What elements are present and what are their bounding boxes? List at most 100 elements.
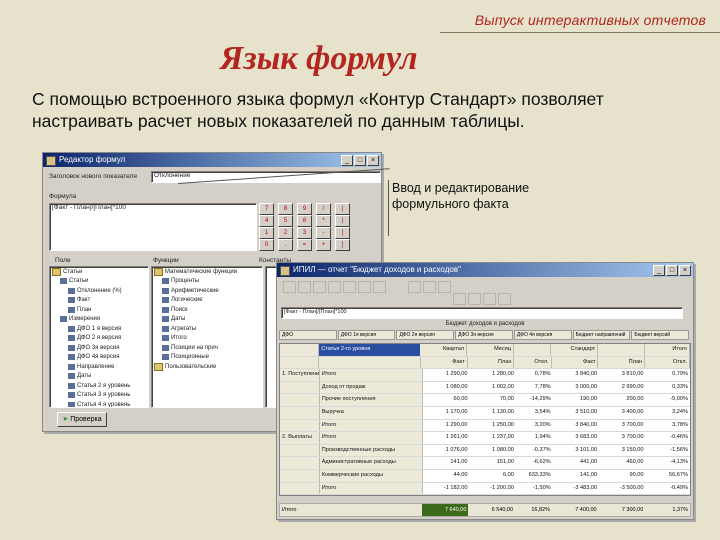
minimize-icon[interactable]: _ (653, 265, 665, 276)
function-tree-item[interactable]: Арифметические (152, 286, 262, 296)
key-button[interactable]: ( (335, 203, 350, 215)
grid-cell[interactable]: -6,62% (516, 457, 553, 469)
key-button[interactable]: 1 (259, 227, 274, 239)
key-button[interactable]: 2 (278, 227, 293, 239)
sort-icon[interactable] (408, 281, 421, 293)
grid-cell[interactable]: -1 182,00 (423, 483, 469, 495)
grid-cell[interactable]: Итого (319, 369, 424, 381)
grid-cell[interactable]: 3,24% (646, 407, 691, 419)
grid-cell[interactable]: 1 076,00 (423, 445, 469, 457)
grid-cell[interactable]: -1 200,00 (469, 483, 515, 495)
grid-cell[interactable] (280, 419, 320, 432)
grid-cell[interactable]: 1 250,00 (469, 420, 515, 432)
field-tree-item[interactable]: Отклонение (%) (50, 286, 148, 296)
grid-cell[interactable]: 3 810,00 (599, 369, 645, 381)
grid-cell[interactable] (280, 469, 320, 482)
grid-cell[interactable]: -3 500,00 (599, 483, 645, 495)
key-button[interactable]: . (278, 239, 293, 251)
grid-cell[interactable]: 1. Поступления (280, 369, 320, 381)
dimension-filter[interactable]: Бюджет направлений (572, 330, 631, 340)
grid-cell[interactable]: План (598, 356, 646, 369)
function-tree-item[interactable]: Математические функции (152, 267, 262, 277)
field-tree-item[interactable]: Измерения (50, 315, 148, 325)
field-tree-item[interactable]: Статьи (50, 267, 148, 277)
grid-cell[interactable]: -1,50% (516, 483, 553, 495)
key-button[interactable]: ) (335, 215, 350, 227)
grid-cell[interactable]: 3,20% (516, 420, 553, 432)
grid-cell[interactable]: Коммерческие расходы (319, 469, 424, 482)
print-icon[interactable] (328, 281, 341, 293)
grid-cell[interactable]: 3,54% (516, 407, 553, 419)
grid-cell[interactable]: 1,94% (516, 432, 553, 444)
field-tree-item[interactable]: Статьи (50, 277, 148, 287)
field-tree-item[interactable]: ДФО 2 я версия (50, 334, 148, 344)
grid-cell[interactable]: Прочие поступления (319, 394, 424, 406)
dimension-filter[interactable]: ДФО (279, 330, 337, 340)
grid-cell[interactable]: 633,33% (516, 470, 553, 482)
grid-cell[interactable]: 0,78% (516, 369, 553, 381)
grid-cell[interactable]: 1 261,00 (423, 432, 469, 444)
field-tree-item[interactable]: Статья 2 я уровень (50, 381, 148, 391)
grid-cell[interactable]: -0,49% (646, 483, 691, 495)
function-tree-item[interactable]: Позиционные (152, 353, 262, 363)
key-button[interactable]: 5 (278, 215, 293, 227)
grid-cell[interactable]: 1 237,00 (469, 432, 515, 444)
grid-cell[interactable]: 3 000,00 (553, 382, 599, 394)
grid-cell[interactable]: 1 080,00 (423, 382, 469, 394)
grid-cell[interactable]: 460,00 (599, 457, 645, 469)
dimension-filter[interactable]: ДФО 2я версия (396, 330, 455, 340)
close-icon[interactable]: × (367, 155, 379, 166)
grid-cell[interactable]: -3 483,00 (553, 483, 599, 495)
grid-cell[interactable]: 3 840,00 (553, 420, 599, 432)
field-tree-item[interactable]: ДФО 1 я версия (50, 324, 148, 334)
grid-cell[interactable] (280, 482, 320, 495)
grid-cell[interactable]: 2 990,00 (599, 382, 645, 394)
grid-cell[interactable]: Квартал (420, 344, 468, 356)
function-tree-item[interactable]: Позиции на прич (152, 343, 262, 353)
grid-cell[interactable]: 56,67% (646, 470, 691, 482)
grid-cell[interactable] (598, 344, 646, 356)
field-tree-item[interactable]: Факт (50, 296, 148, 306)
grid-cell[interactable]: 1 080,00 (469, 445, 515, 457)
grid-cell[interactable]: 190,00 (553, 394, 599, 406)
key-button[interactable]: + (316, 239, 331, 251)
key-button[interactable]: = (297, 239, 312, 251)
grid-cell[interactable]: 1 290,00 (423, 369, 469, 381)
grid-cell[interactable] (280, 406, 320, 419)
field-tree-item[interactable]: Направление (50, 362, 148, 372)
grid-cell[interactable]: 3 700,00 (599, 432, 645, 444)
key-button[interactable]: 6 (297, 215, 312, 227)
grid-cell[interactable] (514, 344, 552, 356)
export-icon[interactable] (483, 293, 496, 305)
key-button[interactable]: [ (335, 227, 350, 239)
grid-cell[interactable]: 141,00 (553, 470, 599, 482)
key-button[interactable]: - (316, 227, 331, 239)
function-tree-item[interactable]: Агрегаты (152, 324, 262, 334)
dimension-filter[interactable]: ДФО 3я версия (455, 330, 513, 340)
grid-cell[interactable] (319, 356, 421, 369)
grid-cell[interactable]: 3 700,00 (599, 420, 645, 432)
grid-cell[interactable]: 3 101,00 (553, 445, 599, 457)
grid-cell[interactable]: 3 683,00 (553, 432, 599, 444)
field-tree-item[interactable]: ДФО 4я версия (50, 353, 148, 363)
grid-cell[interactable]: 200,00 (599, 394, 645, 406)
dimension-filter[interactable]: Бюджет версий (631, 330, 690, 340)
copy-icon[interactable] (358, 281, 371, 293)
grid-cell[interactable]: 90,00 (599, 470, 645, 482)
fields-tree[interactable]: Статьи Статьи Отклонение (%) Факт План Измере… (49, 266, 149, 408)
grid-cell[interactable]: 7,78% (516, 382, 553, 394)
grid-cell[interactable]: Месяц (467, 344, 514, 356)
grid-cell[interactable]: -1,56% (646, 445, 691, 457)
grid-cell[interactable]: Доход от продаж (319, 381, 424, 394)
grid-cell[interactable]: 1 130,00 (469, 407, 515, 419)
sum-icon[interactable] (453, 293, 466, 305)
key-button[interactable]: 8 (278, 203, 293, 215)
grid-cell[interactable]: Итого (645, 344, 691, 356)
dimension-filter[interactable]: ДФО 4я версия (513, 330, 572, 340)
maximize-icon[interactable]: □ (354, 155, 366, 166)
cut-icon[interactable] (343, 281, 356, 293)
grid-cell[interactable]: 3 510,00 (553, 407, 599, 419)
key-button[interactable]: 4 (259, 215, 274, 227)
grid-cell[interactable]: 3 840,00 (553, 369, 599, 381)
key-button[interactable]: 3 (297, 227, 312, 239)
